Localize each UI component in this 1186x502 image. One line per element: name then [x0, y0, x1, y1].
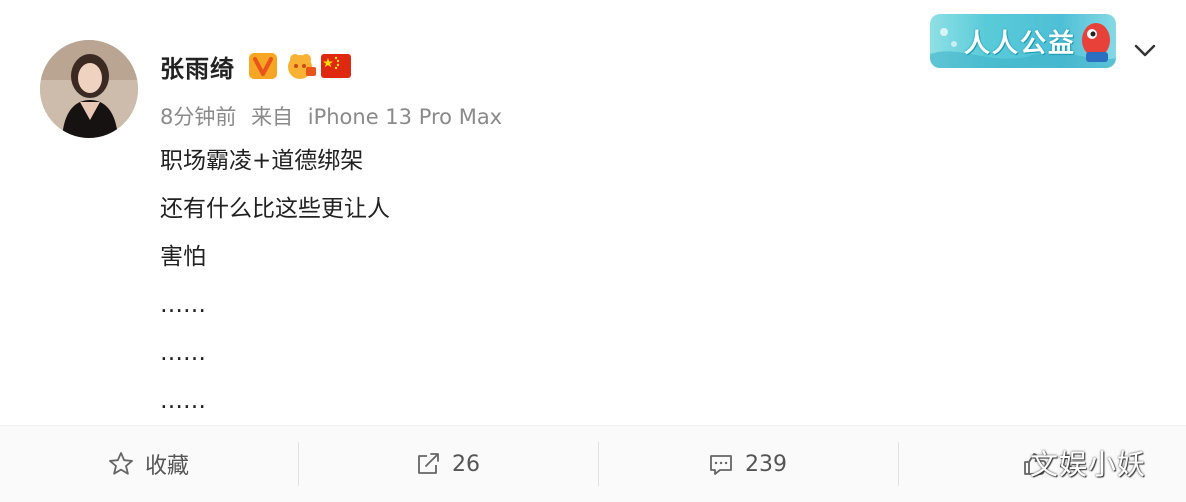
charity-topic-banner[interactable]: 人人公益 — [930, 14, 1116, 68]
post-meta: 8分钟前 来自 iPhone 13 Pro Max — [160, 101, 502, 131]
topic-banner-text: 人人公益 — [964, 29, 1077, 59]
avatar[interactable] — [40, 40, 138, 138]
chevron-down-icon[interactable] — [1130, 36, 1160, 66]
action-bar: 收藏 26 239 4 — [0, 426, 1186, 502]
share-icon — [418, 453, 439, 474]
verified-v-icon[interactable] — [248, 51, 280, 81]
repost-count: 26 — [452, 451, 480, 477]
post-content: 职场霸凌+道德绑架 还有什么比这些更让人 害怕 …… …… …… — [160, 146, 390, 434]
favorite-label: 收藏 — [144, 454, 189, 479]
vip-badge-icon[interactable] — [284, 51, 316, 81]
china-flag-icon — [320, 51, 352, 81]
weibo-post-card: 张雨绮 8分钟前 来自 iPhone 13 Pro Max 人人公益 职场霸凌+… — [0, 0, 1186, 502]
username[interactable]: 张雨绮 — [160, 49, 235, 84]
device-name[interactable]: iPhone 13 Pro Max — [308, 105, 502, 129]
user-badges — [248, 50, 352, 82]
source-prefix: 来自 — [251, 105, 294, 129]
star-icon — [109, 452, 133, 475]
watermark: 文娱小妖 — [1030, 448, 1147, 481]
comment-button[interactable]: 239 — [599, 426, 895, 502]
post-line: 职场霸凌+道德绑架 — [160, 148, 364, 174]
post-line: 还有什么比这些更让人 — [160, 196, 390, 222]
comment-count: 239 — [745, 451, 787, 477]
repost-button[interactable]: 26 — [299, 426, 595, 502]
comment-icon — [710, 455, 732, 475]
favorite-button[interactable]: 收藏 — [0, 426, 296, 502]
post-line: …… — [160, 340, 206, 366]
post-line: …… — [160, 292, 206, 318]
post-line: 害怕 — [160, 244, 206, 270]
post-time[interactable]: 8分钟前 — [160, 105, 236, 129]
